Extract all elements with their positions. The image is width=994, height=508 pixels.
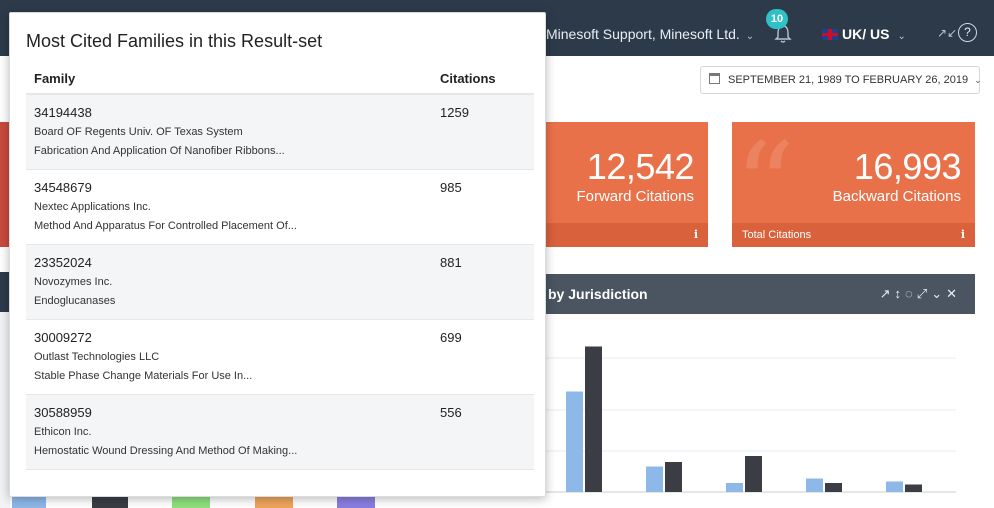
chart-bar[interactable]	[905, 484, 922, 493]
family-title: Stable Phase Change Materials For Use In…	[34, 370, 253, 382]
chart-bar	[12, 497, 46, 508]
chart-toolbar: ↗↕◌⤢⌄✕	[880, 274, 961, 314]
chart-bar	[92, 497, 128, 508]
chart-bar[interactable]	[585, 346, 602, 493]
forward-citations-label: Forward Citations	[576, 188, 694, 205]
info-icon[interactable]: i	[961, 223, 965, 247]
family-id[interactable]: 23352024	[34, 255, 92, 270]
user-label: Minesoft Support, Minesoft Ltd.	[546, 26, 740, 42]
citation-count: 985	[440, 180, 462, 195]
chevron-down-icon: ⌄	[974, 75, 982, 85]
family-title: Endoglucanases	[34, 295, 116, 307]
family-owner: Nextec Applications Inc.	[34, 201, 151, 213]
family-column-header[interactable]: Family	[34, 71, 75, 86]
date-range-picker[interactable]: SEPTEMBER 21, 1989 TO FEBRUARY 26, 2019 ⌄	[700, 66, 982, 94]
backward-citations-value: 16,993	[853, 146, 962, 187]
chart-bar[interactable]	[566, 391, 583, 493]
fullscreen-icon[interactable]: ↗↙	[937, 26, 957, 40]
chart-bar[interactable]	[806, 478, 823, 493]
table-row[interactable]: 34548679 Nextec Applications Inc. Method…	[26, 170, 534, 245]
left-chart-bars	[0, 497, 546, 508]
backward-citations-card: “ 16,993 Backward Citations Total Citati…	[732, 122, 975, 247]
card-footer: i	[546, 223, 708, 247]
table-row[interactable]: 34194438 Board OF Regents Univ. OF Texas…	[26, 95, 534, 170]
backward-citations-label: Backward Citations	[832, 188, 961, 205]
table-row[interactable]: 30009272 Outlast Technologies LLC Stable…	[26, 320, 534, 395]
toggle-icon[interactable]: ◌	[905, 286, 917, 301]
calendar-icon	[709, 73, 720, 84]
popover-title: Most Cited Families in this Result-set	[26, 31, 323, 51]
user-menu[interactable]: Minesoft Support, Minesoft Ltd. ⌄	[546, 26, 754, 42]
citation-count: 881	[440, 255, 462, 270]
family-owner: Novozymes Inc.	[34, 276, 113, 288]
families-table: Family Citations 34194438 Board OF Regen…	[26, 67, 534, 470]
jurisdiction-chart-panel: by Jurisdiction ↗↕◌⤢⌄✕	[546, 274, 975, 508]
chart-bar[interactable]	[646, 466, 663, 493]
family-id[interactable]: 34194438	[34, 105, 92, 120]
chart-bar	[172, 497, 210, 508]
chart-bar	[337, 497, 375, 508]
sort-icon[interactable]: ↕	[895, 286, 906, 301]
chart-panel-title: by Jurisdiction	[548, 286, 648, 302]
chart-bar[interactable]	[665, 462, 682, 492]
language-label: UK/ US	[842, 26, 890, 42]
chart-bar[interactable]	[726, 483, 743, 492]
table-row[interactable]: 30588959 Ethicon Inc. Hemostatic Wound D…	[26, 395, 534, 470]
family-id[interactable]: 34548679	[34, 180, 92, 195]
date-range-label: SEPTEMBER 21, 1989 TO FEBRUARY 26, 2019	[728, 74, 969, 86]
chart-bar[interactable]	[886, 481, 903, 493]
table-header: Family Citations	[26, 67, 534, 95]
jurisdiction-bar-chart	[546, 346, 956, 493]
forward-citations-card: 12,542 Forward Citations i	[546, 122, 708, 247]
collapse-icon[interactable]: ⌄	[931, 286, 946, 301]
citation-count: 556	[440, 405, 462, 420]
family-title: Method And Apparatus For Controlled Plac…	[34, 220, 297, 232]
citation-count: 699	[440, 330, 462, 345]
info-icon[interactable]: i	[694, 223, 698, 247]
family-title: Fabrication And Application Of Nanofiber…	[34, 145, 285, 157]
chart-bar	[255, 497, 293, 508]
family-id[interactable]: 30009272	[34, 330, 92, 345]
expand-icon[interactable]: ⤢	[917, 286, 931, 301]
most-cited-families-popover: Most Cited Families in this Result-set F…	[9, 12, 546, 497]
uk-flag-icon	[822, 29, 838, 40]
chevron-down-icon: ⌄	[745, 31, 755, 42]
notification-badge[interactable]: 10	[766, 9, 788, 29]
language-selector[interactable]: UK/ US ⌄	[822, 26, 906, 42]
chart-bar[interactable]	[745, 456, 762, 492]
table-row[interactable]: 23352024 Novozymes Inc. Endoglucanases 8…	[26, 245, 534, 320]
family-id[interactable]: 30588959	[34, 405, 92, 420]
family-owner: Board OF Regents Univ. OF Texas System	[34, 126, 243, 138]
chart-panel-header: by Jurisdiction ↗↕◌⤢⌄✕	[546, 274, 975, 314]
citation-count: 1259	[440, 105, 469, 120]
citations-column-header[interactable]: Citations	[440, 71, 496, 86]
family-owner: Outlast Technologies LLC	[34, 351, 160, 363]
card-footer: Total Citations i	[732, 223, 975, 247]
chart-bar[interactable]	[825, 483, 842, 492]
chevron-down-icon: ⌄	[897, 31, 906, 42]
close-icon[interactable]: ✕	[946, 286, 961, 301]
external-link-icon[interactable]: ↗	[880, 286, 895, 301]
family-title: Hemostatic Wound Dressing And Method Of …	[34, 445, 298, 457]
forward-citations-value: 12,542	[586, 146, 695, 187]
help-icon[interactable]: ?	[958, 23, 977, 42]
family-owner: Ethicon Inc.	[34, 426, 92, 438]
card-footer-label: Total Citations	[742, 229, 812, 241]
